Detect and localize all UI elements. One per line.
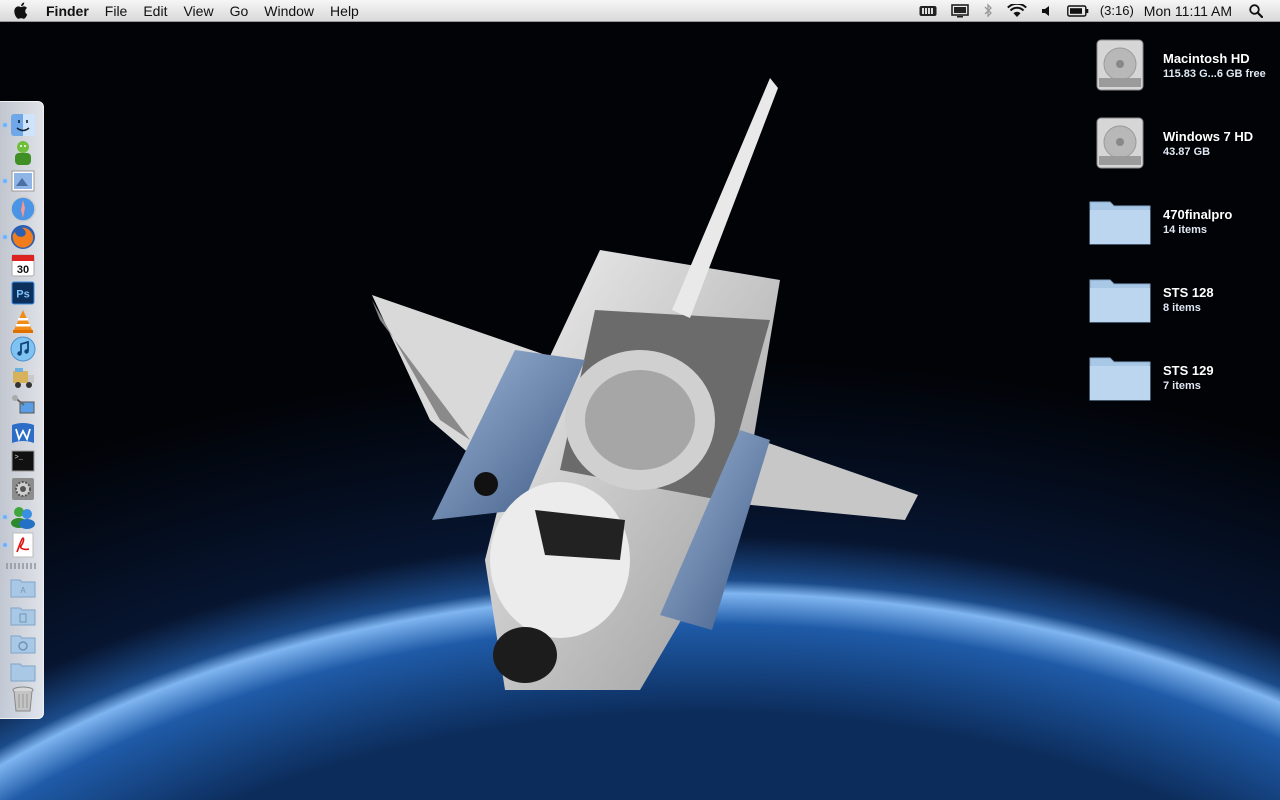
dock-network-utility[interactable] (9, 392, 37, 418)
dock-preview[interactable] (9, 168, 37, 194)
dock-acrobat[interactable] (9, 532, 37, 558)
dock-user-figure[interactable] (9, 140, 37, 166)
volume-icon[interactable] (1041, 0, 1053, 22)
dock-trash[interactable] (9, 686, 37, 712)
desktop-item-info: 43.87 GB (1163, 145, 1211, 158)
terminal-prompt-label: >_ (15, 454, 24, 462)
hard-drive-icon (1086, 112, 1154, 174)
memory-meter-icon[interactable] (919, 0, 937, 22)
desktop-drive-macintosh-hd[interactable]: Macintosh HD 115.83 G...6 GB free (1086, 32, 1276, 98)
menu-help[interactable]: Help (322, 0, 367, 22)
photoshop-label: Ps (16, 289, 29, 301)
dock-firefox[interactable] (9, 224, 37, 250)
desktop-item-name: Windows 7 HD (1163, 128, 1254, 144)
dock-finder[interactable] (9, 112, 37, 138)
desktop-folder-sts-129[interactable]: STS 129 7 items (1086, 344, 1276, 410)
desktop-folder-sts-128[interactable]: STS 128 8 items (1086, 266, 1276, 332)
dock: 30 Ps >_ A (0, 101, 44, 719)
running-indicator (3, 543, 7, 547)
folder-icon (1086, 346, 1154, 408)
menu-file[interactable]: File (97, 0, 136, 22)
display-mirroring-icon[interactable] (951, 0, 969, 22)
spotlight-search-icon[interactable] (1249, 0, 1263, 22)
dock-terminal[interactable]: >_ (9, 448, 37, 474)
wifi-icon[interactable] (1006, 0, 1027, 22)
battery-time[interactable]: (3:16) (1100, 3, 1134, 18)
dock-documents-folder[interactable] (9, 602, 37, 628)
folder-icon (1086, 190, 1154, 252)
running-indicator (3, 515, 7, 519)
dock-ical[interactable]: 30 (9, 252, 37, 278)
dock-word[interactable] (9, 420, 37, 446)
dock-messenger[interactable] (9, 504, 37, 530)
menu-edit[interactable]: Edit (135, 0, 175, 22)
running-indicator (3, 123, 7, 127)
dock-downloads-folder[interactable] (9, 630, 37, 656)
dock-transmit[interactable] (9, 364, 37, 390)
desktop-item-info: 14 items (1163, 223, 1208, 236)
desktop-item-info: 115.83 G...6 GB free (1163, 67, 1266, 80)
hard-drive-icon (1086, 34, 1154, 96)
desktop-item-name: STS 129 (1163, 362, 1214, 378)
desktop-item-info: 7 items (1163, 379, 1201, 392)
menu-clock[interactable]: Mon 11:11 AM (1144, 3, 1232, 19)
menu-bar: Finder File Edit View Go Window Help (3:… (0, 0, 1280, 22)
desktop-item-name: Macintosh HD (1163, 50, 1250, 66)
desktop-item-info: 8 items (1163, 301, 1201, 314)
ical-date-label: 30 (17, 264, 29, 276)
dock-folder[interactable] (9, 658, 37, 684)
desktop-drive-windows-7-hd[interactable]: Windows 7 HD 43.87 GB (1086, 110, 1276, 176)
dock-applications-folder[interactable]: A (9, 574, 37, 600)
dock-vlc[interactable] (9, 308, 37, 334)
apple-menu-icon[interactable] (0, 0, 40, 22)
desktop-item-name: STS 128 (1163, 284, 1214, 300)
menu-app-name[interactable]: Finder (40, 0, 97, 22)
desktop-item-name: 470finalpro (1163, 206, 1233, 222)
desktop-folder-470finalpro[interactable]: 470finalpro 14 items (1086, 188, 1276, 254)
menu-window[interactable]: Window (256, 0, 322, 22)
dock-itunes[interactable] (9, 336, 37, 362)
dock-system-preferences[interactable] (9, 476, 37, 502)
menu-go[interactable]: Go (222, 0, 257, 22)
dock-separator (6, 563, 38, 569)
bluetooth-icon[interactable] (983, 0, 993, 22)
battery-icon[interactable] (1066, 0, 1089, 22)
dock-photoshop[interactable]: Ps (9, 280, 37, 306)
menu-view[interactable]: View (175, 0, 221, 22)
running-indicator (3, 235, 7, 239)
running-indicator (3, 179, 7, 183)
dock-safari[interactable] (9, 196, 37, 222)
folder-icon (1086, 268, 1154, 330)
svg-text:A: A (20, 586, 26, 595)
